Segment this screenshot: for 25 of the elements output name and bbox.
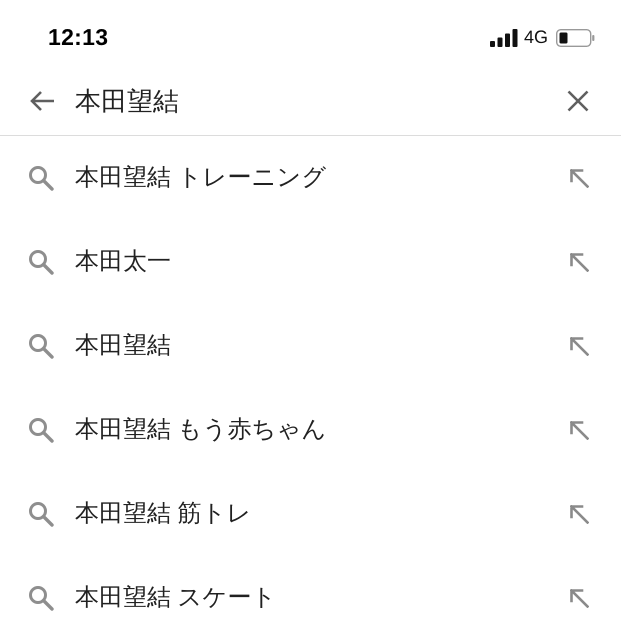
search-icon [28, 417, 54, 443]
battery-icon [556, 28, 595, 47]
search-icon [28, 333, 54, 359]
close-icon [567, 90, 589, 112]
network-label: 4G [524, 26, 548, 50]
search-field[interactable]: 本田望結 [75, 79, 565, 124]
search-icon [28, 165, 54, 191]
status-time: 12:13 [48, 23, 108, 52]
search-icon [28, 249, 54, 275]
suggestion-item[interactable]: 本田太一 [75, 244, 570, 280]
suggestion-item[interactable]: 本田望結 スケート [75, 580, 570, 616]
arrow-up-left-icon[interactable] [570, 336, 589, 356]
search-icon [28, 501, 54, 527]
arrow-up-left-icon[interactable] [570, 252, 589, 272]
suggestion-item[interactable]: 本田望結 もう赤ちゃん [75, 412, 570, 448]
arrow-up-left-icon[interactable] [570, 504, 589, 524]
arrow-up-left-icon[interactable] [570, 588, 589, 608]
arrow-up-left-icon[interactable] [570, 168, 589, 188]
arrow-up-left-icon[interactable] [570, 420, 589, 440]
suggestion-item[interactable]: 本田望結 [75, 328, 570, 364]
suggestion-item[interactable]: 本田望結 トレーニング [75, 160, 570, 196]
search-icon [28, 585, 54, 611]
back-arrow-icon [29, 90, 55, 112]
signal-icon [490, 28, 518, 47]
suggestion-item[interactable]: 本田望結 筋トレ [75, 496, 570, 532]
